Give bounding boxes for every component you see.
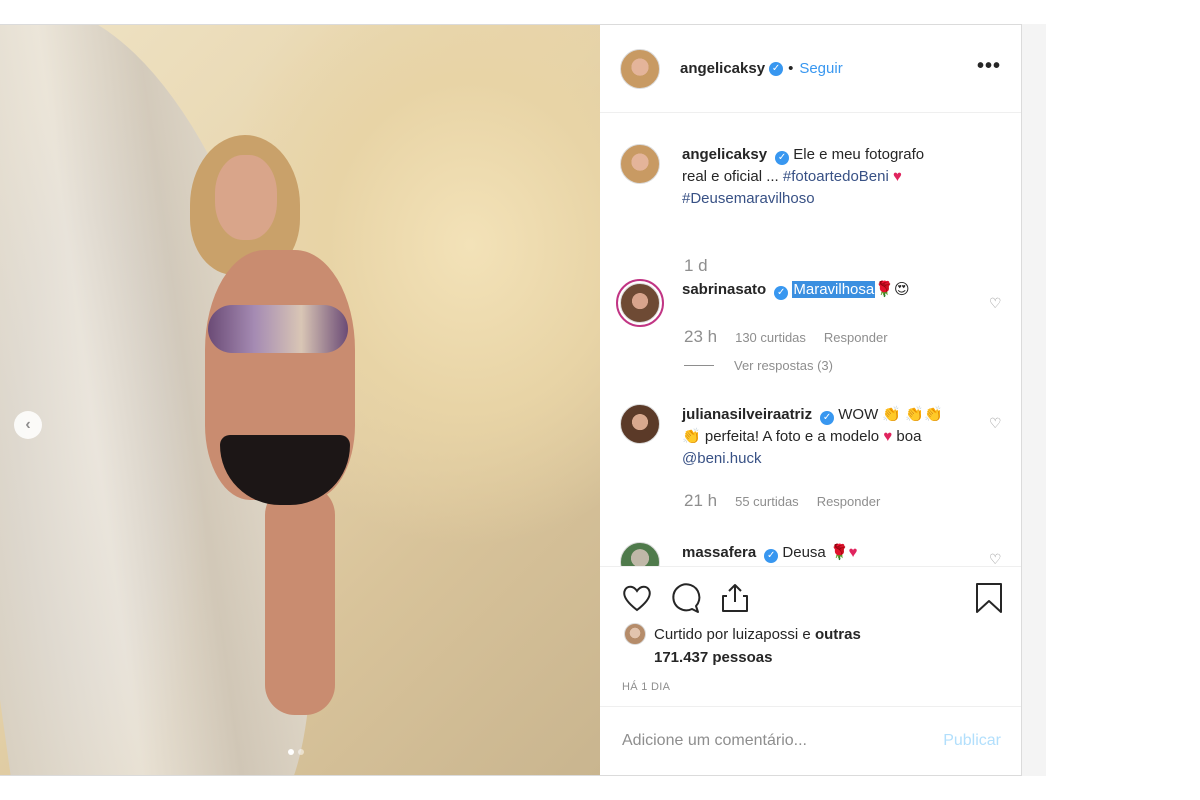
liker-avatar[interactable] <box>624 623 646 645</box>
page-margin <box>1022 24 1046 776</box>
post-actions: Curtido por luizapossi e outras 171.437 … <box>600 566 1021 707</box>
mention-link[interactable]: @beni.huck <box>682 450 761 467</box>
instagram-post: ‹ angelicaksy ✓ • Seguir ••• angelicaksy… <box>0 24 1022 776</box>
author-username[interactable]: angelicaksy <box>680 60 765 77</box>
more-options-icon[interactable]: ••• <box>977 55 1001 78</box>
caption-time[interactable]: 1 d <box>684 256 708 276</box>
separator-dot: • <box>788 60 794 77</box>
likes-prefix: Curtido por <box>654 626 733 643</box>
like-comment-heart-icon[interactable]: ♡ <box>989 415 1003 431</box>
post-timestamp[interactable]: HÁ 1 DIA <box>622 681 670 693</box>
verified-icon: ✓ <box>769 61 784 76</box>
comment-username[interactable]: sabrinasato <box>682 281 766 298</box>
publish-button[interactable]: Publicar <box>943 732 1001 750</box>
post-photo[interactable]: ‹ <box>0 25 600 775</box>
caption-avatar[interactable] <box>620 144 660 184</box>
post-side-panel: angelicaksy ✓ • Seguir ••• angelicaksy ✓ … <box>600 25 1021 775</box>
heart-emoji: ♥ <box>848 544 858 561</box>
carousel-dots <box>288 749 304 755</box>
rose-emoji: 🌹 <box>875 281 894 298</box>
caption-meta: 1 d <box>684 256 708 276</box>
comment-input[interactable] <box>620 731 944 751</box>
comment-avatar[interactable] <box>620 404 660 444</box>
comment-time[interactable]: 21 h <box>684 491 717 511</box>
hashtag-link[interactable]: #fotoartedoBeni <box>783 168 889 185</box>
comment-text: Deusa <box>778 544 830 561</box>
comment-text: perfeita! A foto e a modelo <box>700 428 884 445</box>
like-heart-icon[interactable] <box>620 581 654 615</box>
comment-bubble-icon[interactable] <box>668 581 702 615</box>
comment-meta: 21 h 55 curtidas Responder <box>684 491 880 511</box>
reply-button[interactable]: Responder <box>824 330 888 345</box>
likes-summary: Curtido por luizapossi e outras 171.437 … <box>624 623 874 669</box>
follow-button[interactable]: Seguir <box>799 60 842 77</box>
clap-emoji: 👏 <box>882 406 902 423</box>
heart-emoji: ♥ <box>892 168 902 185</box>
like-comment-heart-icon[interactable]: ♡ <box>989 295 1003 311</box>
carousel-prev-button[interactable]: ‹ <box>14 411 42 439</box>
comment-likes[interactable]: 130 curtidas <box>735 330 806 345</box>
comment-text: WOW <box>834 406 883 423</box>
save-bookmark-icon[interactable] <box>972 581 1006 615</box>
comment-text: Maravilhosa <box>792 281 876 298</box>
caption-username[interactable]: angelicaksy <box>682 146 767 163</box>
view-replies-label: Ver respostas (3) <box>734 358 833 373</box>
verified-icon: ✓ <box>774 286 789 300</box>
add-comment-bar: Publicar <box>600 706 1021 775</box>
comment-username[interactable]: massafera <box>682 544 756 561</box>
verified-icon: ✓ <box>775 151 790 165</box>
heart-eyes-emoji: 😍 <box>893 281 910 298</box>
comment-username[interactable]: julianasilveiraatriz <box>682 406 812 423</box>
replies-line <box>684 365 714 366</box>
comment-avatar[interactable] <box>620 542 660 566</box>
carousel-dot-active <box>288 749 294 755</box>
view-replies-button[interactable]: Ver respostas (3) <box>684 358 833 373</box>
comment-likes[interactable]: 55 curtidas <box>735 494 799 509</box>
author-avatar[interactable] <box>620 48 660 89</box>
comment: sabrinasato ✓ Maravilhosa🌹😍 <box>616 279 1001 327</box>
comment-time[interactable]: 23 h <box>684 327 717 347</box>
share-icon[interactable] <box>718 581 752 615</box>
verified-icon: ✓ <box>820 411 835 425</box>
like-comment-heart-icon[interactable]: ♡ <box>989 551 1003 566</box>
heart-emoji: ♥ <box>883 428 893 445</box>
comment-avatar[interactable] <box>620 283 660 323</box>
photo-subject <box>170 135 410 715</box>
verified-icon: ✓ <box>764 549 779 563</box>
caption: angelicaksy ✓ Ele e meu fotografo real e … <box>620 144 1001 210</box>
comment: massafera ✓ Deusa 🌹♥ <box>620 542 1001 566</box>
comments-list[interactable]: angelicaksy ✓ Ele e meu fotografo real e … <box>600 114 1021 566</box>
liker-username[interactable]: luizapossi <box>732 626 798 643</box>
carousel-dot <box>298 749 304 755</box>
rose-emoji: 🌹 <box>829 544 849 561</box>
post-header: angelicaksy ✓ • Seguir ••• <box>600 25 1021 113</box>
likes-middle: e <box>798 626 811 643</box>
comment: julianasilveiraatriz ✓ WOW 👏 👏👏👏 perfeita… <box>620 404 1001 470</box>
comment-text: boa <box>892 428 922 445</box>
hashtag-link[interactable]: #Deusemaravilhoso <box>682 190 815 207</box>
comment-meta: 23 h 130 curtidas Responder <box>684 327 888 347</box>
reply-button[interactable]: Responder <box>817 494 881 509</box>
